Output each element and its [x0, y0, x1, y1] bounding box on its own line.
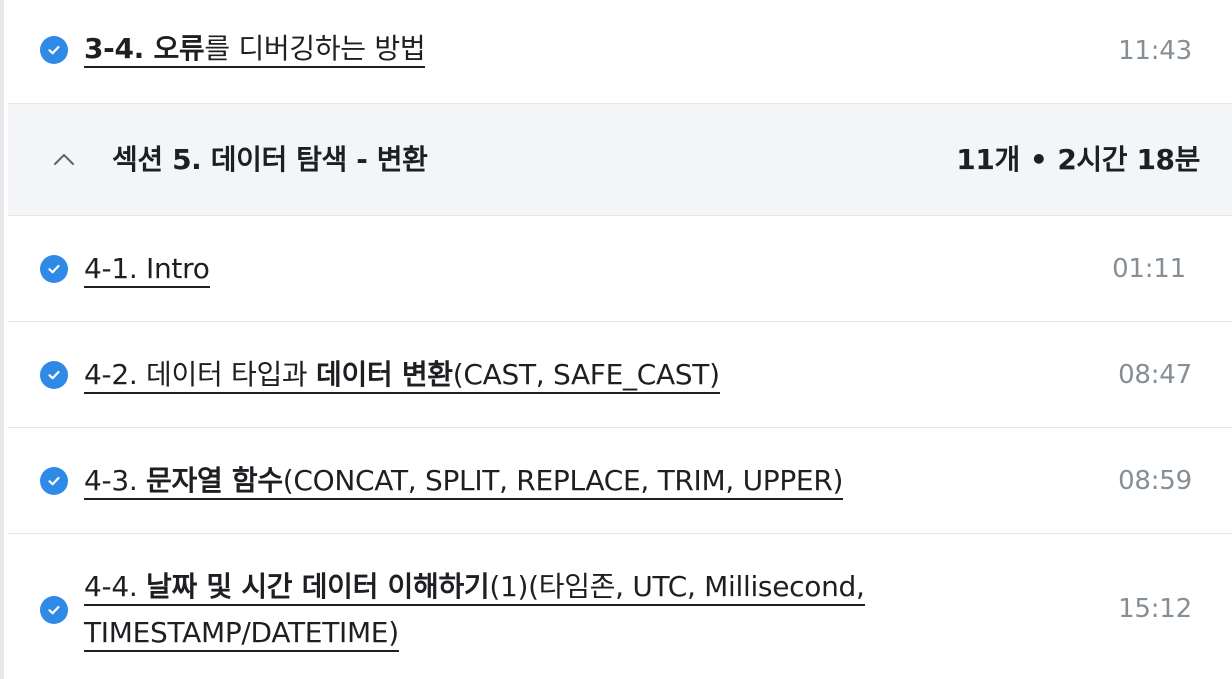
lecture-duration: 01:11: [1112, 254, 1186, 284]
check-circle-icon: [40, 467, 68, 495]
lecture-title[interactable]: 4-3. 문자열 함수(CONCAT, SPLIT, REPLACE, TRIM…: [84, 458, 843, 504]
section-title: 섹션 5. 데이터 탐색 - 변환: [112, 143, 428, 176]
check-circle-icon: [40, 36, 68, 64]
lecture-title-prefix: 4-4.: [84, 570, 147, 603]
lecture-row-3-4[interactable]: 3-4. 오류를 디버깅하는 방법 11:43: [8, 0, 1232, 104]
check-circle-icon: [40, 255, 68, 283]
lecture-title-rest: (CONCAT, SPLIT, REPLACE, TRIM, UPPER): [282, 464, 844, 497]
lecture-title-rest: (1)(타임존, UTC, Millisecond,: [489, 570, 865, 603]
section-separator: •: [1029, 143, 1048, 176]
lecture-row-4-1[interactable]: 4-1. Intro 01:11: [8, 216, 1232, 322]
lecture-duration: 08:59: [1118, 466, 1192, 496]
check-circle-icon: [40, 596, 68, 624]
lecture-duration: 08:47: [1118, 360, 1192, 390]
lecture-title-prefix: 4-2. 데이터 타입과: [84, 358, 316, 391]
lecture-title[interactable]: 3-4. 오류를 디버깅하는 방법: [84, 26, 426, 72]
check-circle-icon: [40, 361, 68, 389]
lecture-title-bold: 데이터 변환: [316, 358, 453, 391]
section-header[interactable]: 섹션 5. 데이터 탐색 - 변환 11개 • 2시간 18분: [8, 104, 1232, 216]
curriculum-list: 3-4. 오류를 디버깅하는 방법 11:43 섹션 5. 데이터 탐색 - 변…: [0, 0, 1232, 679]
lecture-row-4-2[interactable]: 4-2. 데이터 타입과 데이터 변환(CAST, SAFE_CAST) 08:…: [8, 322, 1232, 428]
lecture-title-rest: (CAST, SAFE_CAST): [452, 358, 720, 391]
section-meta: 11개 • 2시간 18분: [956, 138, 1200, 178]
chevron-up-icon[interactable]: [52, 148, 76, 172]
lecture-title[interactable]: 4-4. 날짜 및 시간 데이터 이해하기(1)(타임존, UTC, Milli…: [84, 564, 865, 656]
lecture-title[interactable]: 4-1. Intro: [84, 246, 210, 292]
lecture-duration: 11:43: [1118, 36, 1192, 66]
lecture-title-line2: TIMESTAMP/DATETIME): [84, 616, 399, 652]
lecture-title-bold: 3-4. 오류: [84, 32, 205, 65]
lecture-title-prefix: 4-3.: [84, 464, 147, 497]
lecture-row-4-4[interactable]: 4-4. 날짜 및 시간 데이터 이해하기(1)(타임존, UTC, Milli…: [8, 534, 1232, 679]
lecture-row-4-3[interactable]: 4-3. 문자열 함수(CONCAT, SPLIT, REPLACE, TRIM…: [8, 428, 1232, 534]
section-duration: 2시간 18분: [1057, 143, 1200, 176]
section-count: 11개: [956, 143, 1020, 176]
lecture-title-prefix: 4-1. Intro: [84, 252, 210, 285]
lecture-title[interactable]: 4-2. 데이터 타입과 데이터 변환(CAST, SAFE_CAST): [84, 352, 720, 398]
lecture-title-bold: 문자열 함수: [146, 464, 283, 497]
lecture-title-bold: 날짜 및 시간 데이터 이해하기: [146, 570, 490, 603]
lecture-title-rest: 를 디버깅하는 방법: [204, 32, 426, 65]
lecture-duration: 15:12: [1118, 594, 1192, 624]
